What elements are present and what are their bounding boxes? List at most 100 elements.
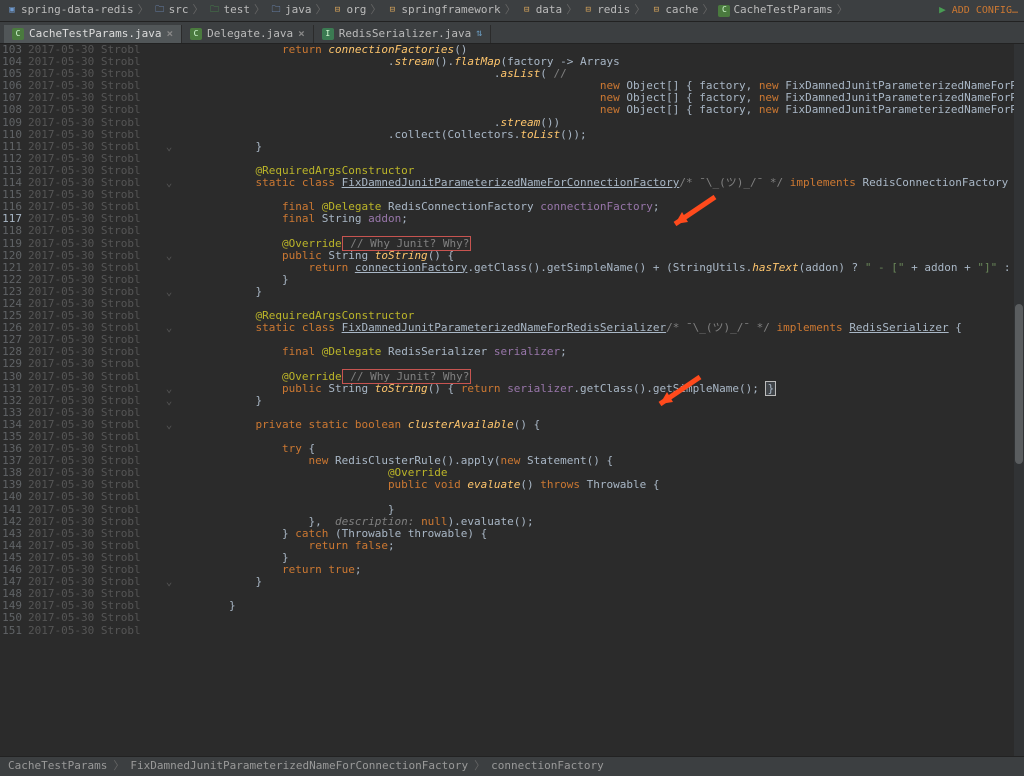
- gutter[interactable]: [162, 443, 176, 455]
- editor-tab[interactable]: IRedisSerializer.java⇅: [314, 25, 491, 43]
- code-line[interactable]: }: [176, 576, 1024, 588]
- gutter[interactable]: [162, 612, 176, 624]
- code-line[interactable]: return true;: [176, 564, 1024, 576]
- code-line[interactable]: private static boolean clusterAvailable(…: [176, 419, 1024, 431]
- editor-tab[interactable]: CDelegate.java×: [182, 25, 314, 43]
- line-number[interactable]: 119: [0, 238, 28, 250]
- gutter[interactable]: [162, 600, 176, 612]
- gutter[interactable]: [162, 117, 176, 129]
- structure-breadcrumb[interactable]: CacheTestParams〉FixDamnedJunitParameteri…: [0, 756, 1024, 776]
- code-line[interactable]: return connectionFactory.getClass().getS…: [176, 262, 1024, 274]
- gutter[interactable]: [162, 129, 176, 141]
- breadcrumb-item[interactable]: 〉⊟cache: [634, 4, 698, 16]
- line-number[interactable]: 118: [0, 225, 28, 237]
- structure-crumb[interactable]: connectionFactory: [491, 760, 604, 772]
- scroll-thumb[interactable]: [1015, 304, 1023, 464]
- gutter[interactable]: [162, 213, 176, 225]
- gutter[interactable]: [162, 153, 176, 165]
- gutter[interactable]: [162, 104, 176, 116]
- gutter[interactable]: [162, 371, 176, 383]
- close-tab-icon[interactable]: ×: [298, 28, 305, 40]
- gutter[interactable]: [162, 44, 176, 56]
- breadcrumb-item[interactable]: 〉🗀src: [138, 4, 189, 16]
- gutter[interactable]: ⌄: [162, 286, 176, 298]
- code-line[interactable]: }: [176, 141, 1024, 153]
- code-line[interactable]: }: [176, 600, 1024, 612]
- gutter[interactable]: ⌄: [162, 395, 176, 407]
- breadcrumb-item[interactable]: 〉⊟org: [315, 4, 366, 16]
- line-number[interactable]: 150: [0, 612, 28, 624]
- run-icon[interactable]: ▶: [939, 4, 946, 16]
- breadcrumb-item[interactable]: 〉⊟redis: [566, 4, 630, 16]
- vertical-scrollbar[interactable]: [1014, 44, 1024, 756]
- gutter[interactable]: [162, 625, 176, 637]
- gutter[interactable]: [162, 68, 176, 80]
- code-line[interactable]: .collect(Collectors.toList());: [176, 129, 1024, 141]
- breadcrumb-item[interactable]: ▣spring-data-redis: [6, 4, 134, 16]
- gutter[interactable]: [162, 238, 176, 250]
- code-line[interactable]: [176, 612, 1024, 624]
- gutter[interactable]: [162, 479, 176, 491]
- gutter[interactable]: [162, 516, 176, 528]
- gutter[interactable]: [162, 334, 176, 346]
- code-line[interactable]: final @Delegate RedisSerializer serializ…: [176, 346, 1024, 358]
- code-line[interactable]: new Object[] { factory, new FixDamnedJun…: [176, 104, 1024, 116]
- gutter[interactable]: ⌄: [162, 177, 176, 189]
- line-number[interactable]: 141: [0, 504, 28, 516]
- line-number[interactable]: 131: [0, 383, 28, 395]
- gutter[interactable]: [162, 346, 176, 358]
- code-line[interactable]: static class FixDamnedJunitParameterized…: [176, 177, 1024, 189]
- code-line[interactable]: [176, 625, 1024, 637]
- code-line[interactable]: .stream()): [176, 117, 1024, 129]
- code-line[interactable]: }: [176, 286, 1024, 298]
- gutter[interactable]: [162, 431, 176, 443]
- gutter[interactable]: ⌄: [162, 383, 176, 395]
- line-number[interactable]: 129: [0, 358, 28, 370]
- gutter[interactable]: [162, 92, 176, 104]
- code-line[interactable]: public String toString() { return serial…: [176, 383, 1024, 395]
- code-editor[interactable]: 1032017-05-30 Strobl return connectionFa…: [0, 44, 1024, 756]
- code-line[interactable]: }: [176, 274, 1024, 286]
- breadcrumb-item[interactable]: 〉⊟springframework: [370, 4, 500, 16]
- gutter[interactable]: [162, 189, 176, 201]
- gutter[interactable]: [162, 201, 176, 213]
- gutter[interactable]: [162, 528, 176, 540]
- close-tab-icon[interactable]: ×: [166, 28, 173, 40]
- gutter[interactable]: ⌄: [162, 419, 176, 431]
- line-number[interactable]: 130: [0, 371, 28, 383]
- gutter[interactable]: [162, 225, 176, 237]
- code-line[interactable]: public void evaluate() throws Throwable …: [176, 479, 1024, 491]
- structure-crumb[interactable]: CacheTestParams: [8, 760, 107, 772]
- code-line[interactable]: [176, 588, 1024, 600]
- line-number[interactable]: 109: [0, 117, 28, 129]
- editor-tab[interactable]: CCacheTestParams.java×: [4, 25, 182, 43]
- line-number[interactable]: 121: [0, 262, 28, 274]
- line-number[interactable]: 151: [0, 625, 28, 637]
- code-line[interactable]: [176, 491, 1024, 503]
- gutter[interactable]: [162, 467, 176, 479]
- breadcrumb-item[interactable]: 〉🗀test: [192, 4, 250, 16]
- line-number[interactable]: 110: [0, 129, 28, 141]
- breadcrumb-item[interactable]: 〉⊟data: [505, 4, 563, 16]
- gutter[interactable]: [162, 298, 176, 310]
- gutter[interactable]: ⌄: [162, 141, 176, 153]
- gutter[interactable]: [162, 455, 176, 467]
- add-config-link[interactable]: ADD CONFIG…: [952, 5, 1018, 16]
- gutter[interactable]: [162, 552, 176, 564]
- line-number[interactable]: 108: [0, 104, 28, 116]
- breadcrumb-item[interactable]: 〉🗀java: [254, 4, 312, 16]
- code-line[interactable]: static class FixDamnedJunitParameterized…: [176, 322, 1024, 334]
- line-number[interactable]: 132: [0, 395, 28, 407]
- breadcrumb-item[interactable]: 〉CCacheTestParams: [702, 4, 832, 16]
- gutter[interactable]: ⌄: [162, 322, 176, 334]
- code-line[interactable]: }: [176, 395, 1024, 407]
- gutter[interactable]: [162, 504, 176, 516]
- line-number[interactable]: 120: [0, 250, 28, 262]
- code-line[interactable]: return false;: [176, 540, 1024, 552]
- gutter[interactable]: ⌄: [162, 576, 176, 588]
- gutter[interactable]: [162, 262, 176, 274]
- gutter[interactable]: [162, 80, 176, 92]
- gutter[interactable]: [162, 540, 176, 552]
- structure-crumb[interactable]: FixDamnedJunitParameterizedNameForConnec…: [130, 760, 468, 772]
- line-number[interactable]: 140: [0, 491, 28, 503]
